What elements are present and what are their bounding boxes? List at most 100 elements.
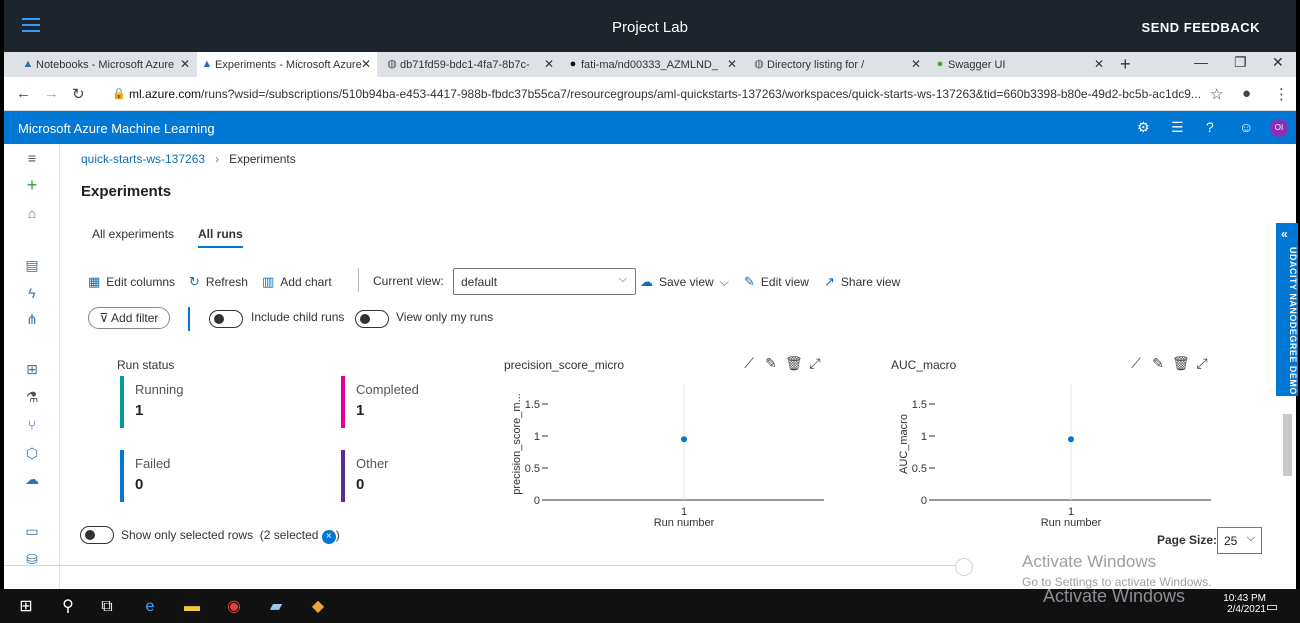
flask-icon: ▲ <box>201 58 213 70</box>
restore-icon[interactable]: ❐ <box>1234 54 1247 71</box>
y-tick-label: 1 <box>921 431 927 443</box>
windows-start-icon[interactable]: ⊞ <box>16 597 36 617</box>
include-child-runs-toggle[interactable] <box>209 310 243 328</box>
run-status-title: Run status <box>117 358 175 372</box>
close-icon[interactable]: ✕ <box>180 57 190 71</box>
vertical-scrollbar[interactable] <box>1283 414 1292 476</box>
system-tray-clock[interactable]: 10:43 PM 2/4/2021 <box>1223 593 1266 615</box>
tab-all-experiments[interactable]: All experiments <box>92 227 174 241</box>
close-icon[interactable]: ✕ <box>361 57 371 71</box>
profile-icon[interactable]: ● <box>1242 85 1251 102</box>
x-axis-label: Run number <box>654 517 715 529</box>
line-chart-icon[interactable]: ⟋ <box>741 355 757 372</box>
run-status-completed[interactable]: Completed 1 <box>341 376 461 428</box>
back-arrow-icon[interactable]: ← <box>16 85 31 102</box>
browser-tab[interactable]: ● Swagger UI ✕ <box>930 52 1110 77</box>
browser-tab[interactable]: ▲ Experiments - Microsoft Azure ✕ <box>197 52 377 77</box>
run-status-other[interactable]: Other 0 <box>341 450 461 502</box>
close-icon[interactable]: ✕ <box>911 57 921 71</box>
expand-icon[interactable]: ⤢ <box>1194 355 1210 372</box>
add-filter-button[interactable]: ⊽ Add filter <box>88 307 170 329</box>
pencil-icon[interactable]: ✎ <box>763 355 779 372</box>
notifications-icon[interactable]: ▭ <box>1262 597 1282 617</box>
data-point <box>681 436 687 443</box>
filter-icon: ⊽ <box>99 311 112 325</box>
edit-view-label: Edit view <box>760 275 809 289</box>
current-view-select[interactable]: default ⌵ <box>453 268 636 295</box>
workspace: ≡ + ⌂ ▤ ϟ ⋔ ⊞ ⚗ ⑂ ⬡ ☁ ▭ ⛁ quick-starts-w… <box>4 144 1296 589</box>
horizontal-slider-knob[interactable] <box>955 558 973 576</box>
udacity-demo-panel[interactable]: « UDACITY NANODEGREE DEMO <box>1276 223 1298 396</box>
automl-icon[interactable]: ϟ <box>23 284 41 302</box>
tool-icon[interactable]: ◆ <box>308 597 328 617</box>
show-selected-toggle[interactable] <box>80 526 114 544</box>
home-icon[interactable]: ⌂ <box>23 204 41 222</box>
edit-columns-button[interactable]: ▦ Edit columns <box>88 274 175 290</box>
file-explorer-icon[interactable]: ▬ <box>182 597 202 617</box>
azure-brand[interactable]: Microsoft Azure Machine Learning <box>18 121 215 136</box>
compute-icon[interactable]: ▭ <box>23 522 41 540</box>
chrome-icon[interactable]: ◉ <box>224 597 244 617</box>
save-view-button[interactable]: ☁ Save view ⌵ <box>640 274 729 290</box>
minimize-icon[interactable]: — <box>1194 54 1208 70</box>
trash-icon[interactable]: 🗑 <box>1172 355 1190 372</box>
smiley-icon[interactable]: ☺ <box>1239 119 1253 135</box>
line-chart-icon[interactable]: ⟋ <box>1128 355 1144 372</box>
share-view-button[interactable]: ↗ Share view <box>824 274 900 290</box>
menu-icon[interactable]: ≡ <box>23 149 41 167</box>
help-icon[interactable]: ? <box>1206 119 1214 135</box>
add-chart-button[interactable]: ▥ Add chart <box>262 274 332 290</box>
status-count: 1 <box>356 402 365 419</box>
page-size-select[interactable]: 25 ⌵ <box>1217 527 1262 554</box>
chart-actions: ⟋ ✎ 🗑 ⤢ <box>741 355 823 372</box>
close-icon[interactable]: ✕ <box>727 57 737 71</box>
run-status-running[interactable]: Running 1 <box>120 376 240 428</box>
horizontal-slider-track <box>4 565 962 566</box>
browser-tab[interactable]: ◍ db71fd59-bdc1-4fa7-8b7c- ✕ <box>382 52 560 77</box>
close-icon[interactable]: ✕ <box>1094 57 1104 71</box>
new-tab-button[interactable]: + <box>1120 54 1131 75</box>
models-icon[interactable]: ⬡ <box>23 444 41 462</box>
close-window-icon[interactable]: ✕ <box>1272 54 1284 71</box>
close-icon[interactable]: ✕ <box>544 57 554 71</box>
notepad-icon[interactable]: ▰ <box>266 597 286 617</box>
view-only-my-runs-toggle[interactable] <box>355 310 389 328</box>
globe-icon: ◍ <box>387 58 397 70</box>
forward-arrow-icon[interactable]: → <box>44 85 59 102</box>
experiments-icon[interactable]: ⚗ <box>23 388 41 406</box>
edit-view-button[interactable]: ✎ Edit view <box>744 274 809 290</box>
share-icon: ↗ <box>824 274 835 289</box>
page-title: Experiments <box>81 183 172 200</box>
reload-icon[interactable]: ↻ <box>72 85 85 103</box>
notifications-icon[interactable]: ☰ <box>1171 119 1184 136</box>
search-icon[interactable]: ⚲ <box>58 597 78 617</box>
browser-tab[interactable]: ● fati-ma/nd00333_AZMLND_ ✕ <box>563 52 743 77</box>
edge-icon[interactable]: e <box>140 597 160 617</box>
star-icon[interactable]: ☆ <box>1210 85 1223 103</box>
run-status-failed[interactable]: Failed 0 <box>120 450 240 502</box>
status-count: 0 <box>356 476 365 493</box>
gear-icon[interactable]: ⚙ <box>1137 119 1150 136</box>
trash-icon[interactable]: 🗑 <box>785 355 803 372</box>
endpoints-icon[interactable]: ☁ <box>23 470 41 488</box>
clear-selection-button[interactable]: × <box>321 530 336 544</box>
refresh-button[interactable]: ↻ Refresh <box>189 274 248 290</box>
expand-icon[interactable]: ⤢ <box>807 355 823 372</box>
browser-tab[interactable]: ◍ Directory listing for / ✕ <box>749 52 927 77</box>
datasets-icon[interactable]: ⊞ <box>23 360 41 378</box>
create-new-icon[interactable]: + <box>23 176 41 194</box>
notebooks-icon[interactable]: ▤ <box>23 256 41 274</box>
more-menu-icon[interactable]: ⋮ <box>1274 85 1289 103</box>
y-tick-label: 0 <box>921 495 927 507</box>
task-view-icon[interactable]: ⧉ <box>97 597 117 617</box>
url-field[interactable]: ml.azure.com/runs?wsid=/subscriptions/51… <box>129 87 1204 101</box>
breadcrumb-workspace-link[interactable]: quick-starts-ws-137263 <box>81 152 205 166</box>
pipelines-icon[interactable]: ⑂ <box>23 416 41 434</box>
avatar[interactable]: OI <box>1270 119 1288 137</box>
browser-tab[interactable]: ▲ Notebooks - Microsoft Azure ✕ <box>18 52 196 77</box>
tab-all-runs[interactable]: All runs <box>198 227 243 248</box>
view-only-my-runs-label: View only my runs <box>396 310 494 324</box>
send-feedback-button[interactable]: SEND FEEDBACK <box>1142 20 1260 35</box>
designer-icon[interactable]: ⋔ <box>23 310 41 328</box>
pencil-icon[interactable]: ✎ <box>1150 355 1166 372</box>
